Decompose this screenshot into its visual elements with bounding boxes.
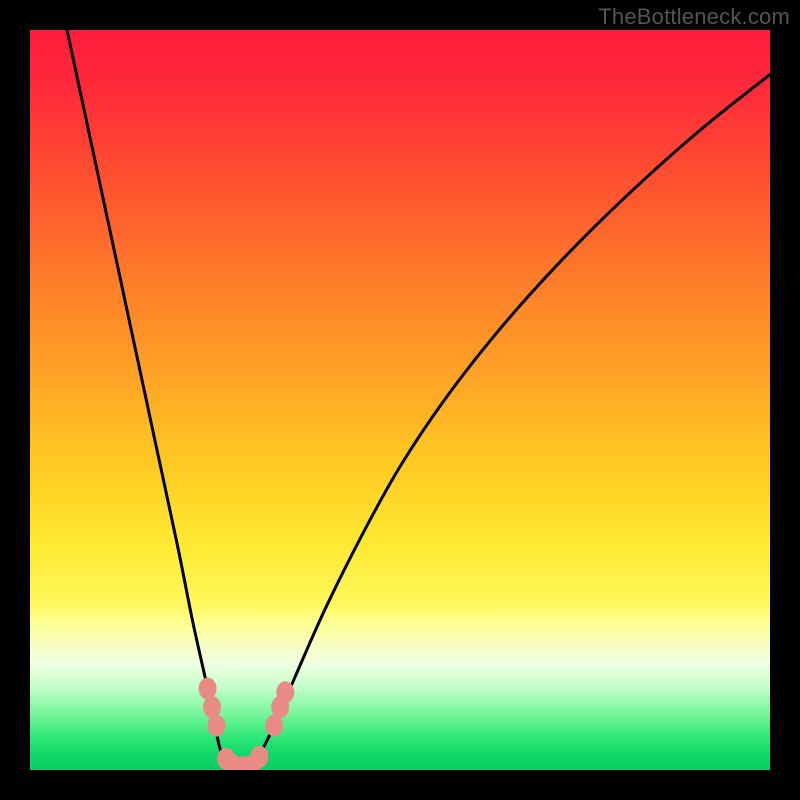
plot-area — [30, 30, 770, 770]
bottleneck-chart — [30, 30, 770, 770]
marker-point — [199, 678, 217, 700]
marker-point — [276, 681, 294, 703]
marker-point — [250, 746, 268, 768]
marker-point — [203, 696, 221, 718]
gradient-background — [30, 30, 770, 770]
watermark-text: TheBottleneck.com — [598, 4, 790, 30]
marker-point — [207, 715, 225, 737]
outer-frame: TheBottleneck.com — [0, 0, 800, 800]
